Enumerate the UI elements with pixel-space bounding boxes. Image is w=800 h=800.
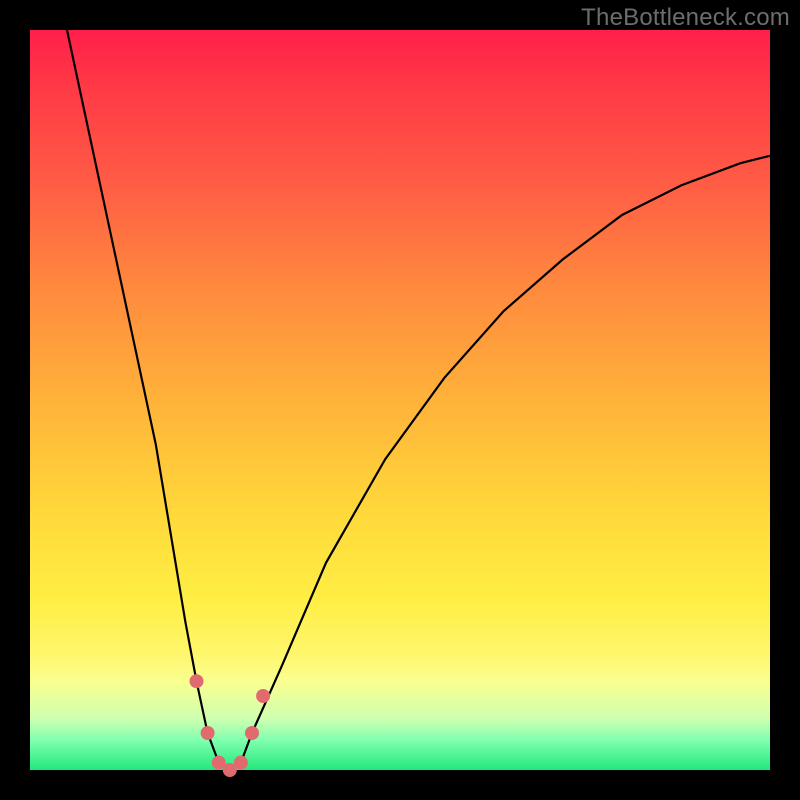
curve-marker [256,689,270,703]
marker-group [190,674,271,777]
curve-marker [245,726,259,740]
curve-marker [201,726,215,740]
chart-svg [30,30,770,770]
watermark-text: TheBottleneck.com [581,4,790,32]
bottleneck-curve [67,30,770,770]
curve-marker [190,674,204,688]
chart-frame: TheBottleneck.com [0,0,800,800]
plot-area [30,30,770,770]
curve-marker [234,756,248,770]
